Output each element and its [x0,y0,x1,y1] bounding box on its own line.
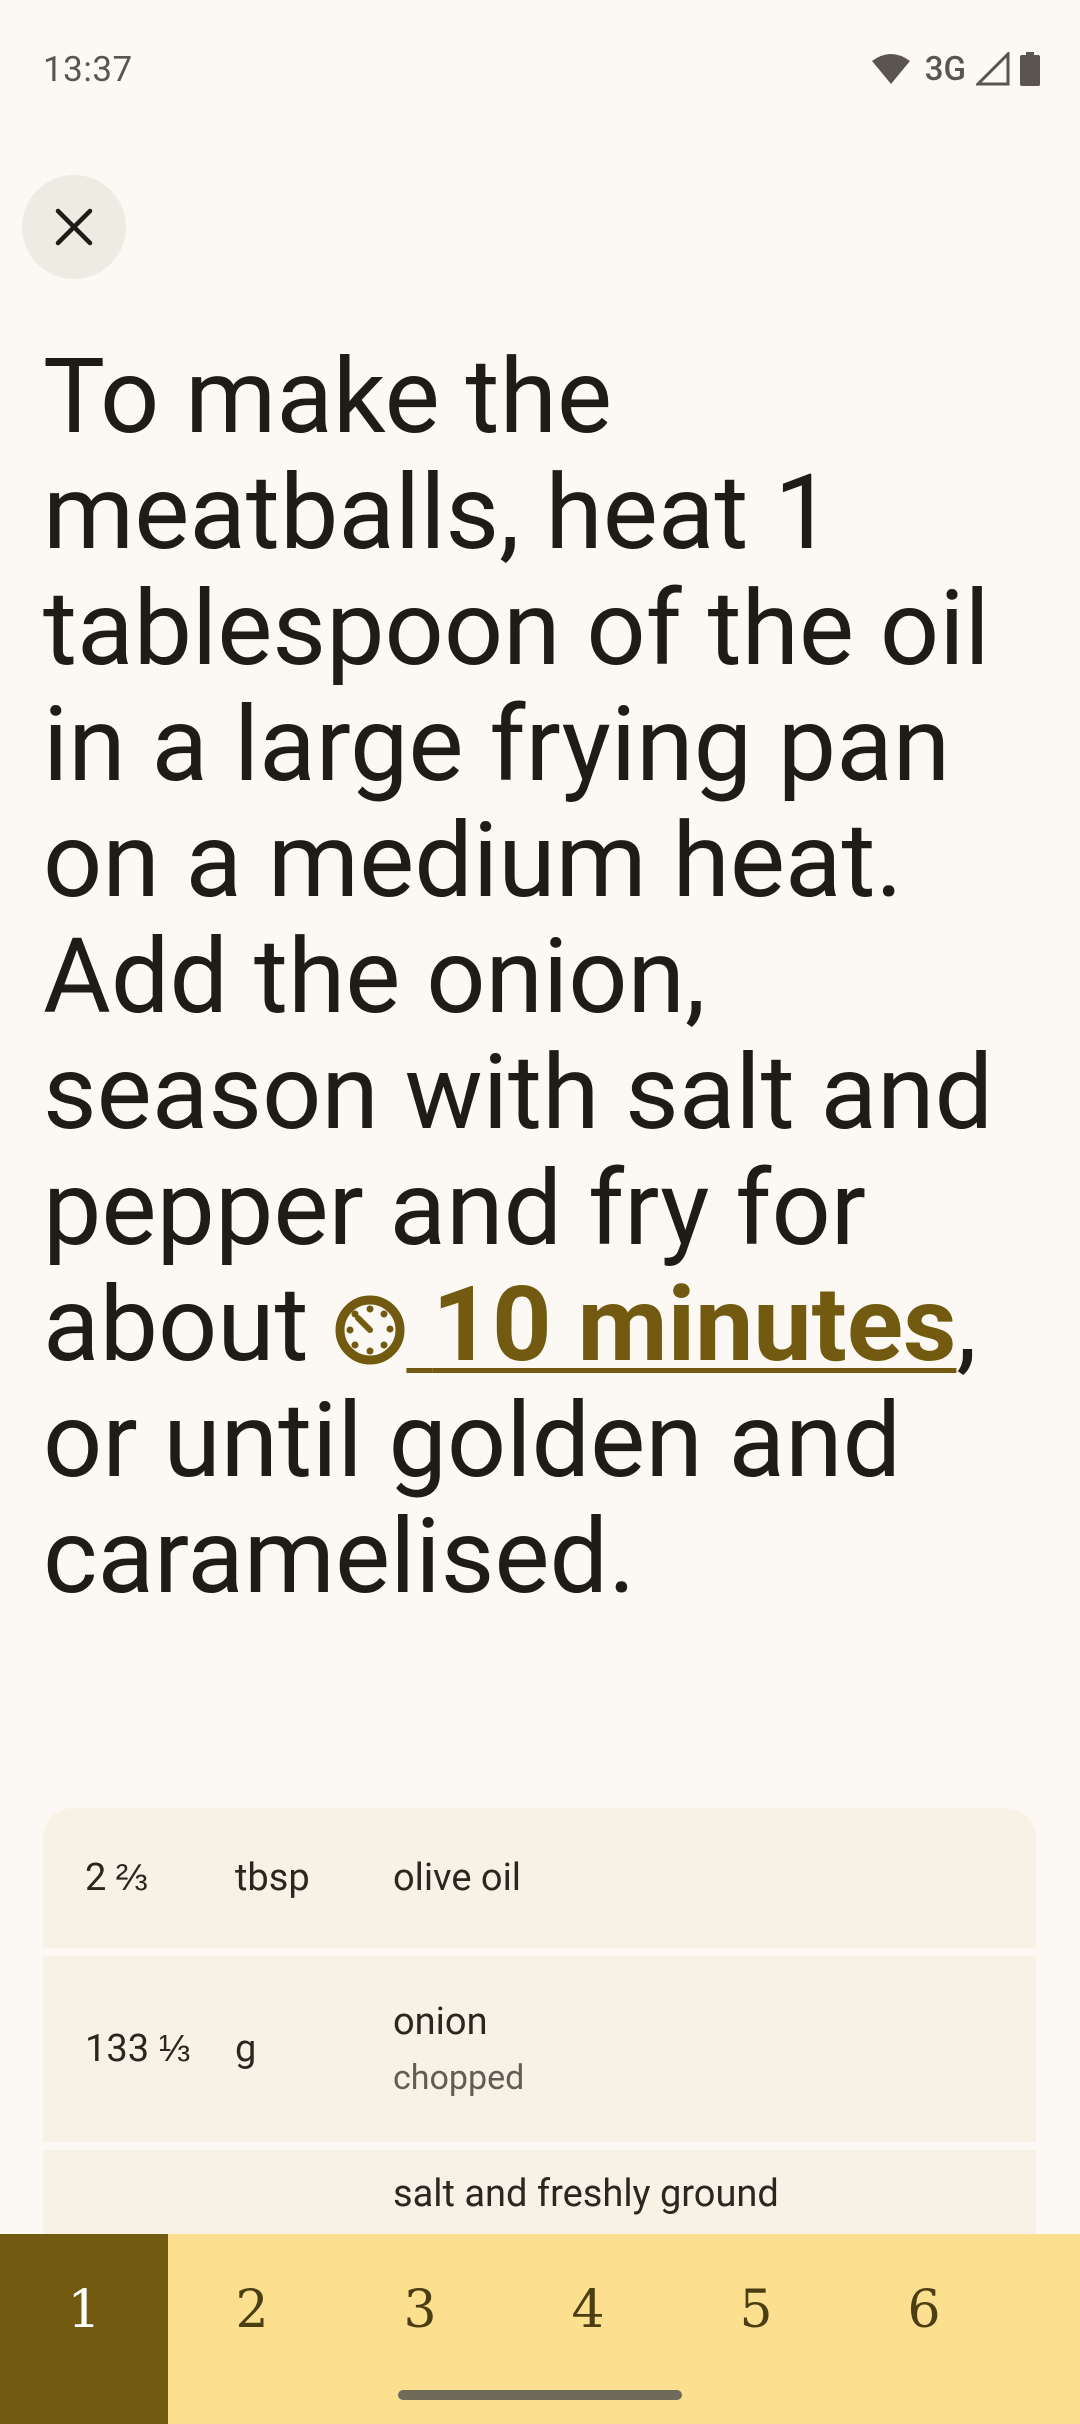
ingredient-row: 2 ⅔ tbsp olive oil [43,1808,1036,1948]
close-icon [55,208,93,246]
instruction-text-start: To make the meatballs, heat 1 tablespoon… [43,337,994,1386]
ingredient-name: olive oil [393,1856,522,1900]
battery-icon [1020,52,1040,86]
timer-link[interactable]: 10 minutes [334,1265,956,1386]
ingredient-unit: tbsp [235,1856,310,1900]
ingredient-quantity: 133 ⅓ [85,2027,191,2071]
ingredient-row: 133 ⅓ g onion chopped [43,1956,1036,2142]
ingredient-note: chopped [393,2058,525,2098]
timer-duration: 10 minutes [432,1265,957,1386]
step-tab-5[interactable]: 5 [672,2234,840,2424]
ingredient-list: 2 ⅔ tbsp olive oil 133 ⅓ g onion chopped… [43,1808,1036,2298]
status-bar: 13:37 3G [0,0,1080,140]
wifi-icon [871,54,910,84]
step-tab-2[interactable]: 2 [168,2234,336,2424]
ingredient-name-block: onion chopped [393,2000,1036,2098]
ingredient-name: onion [393,2000,488,2044]
network-type: 3G [924,49,966,89]
home-indicator[interactable] [398,2390,682,2400]
ingredient-unit: g [235,2027,257,2071]
cellular-signal-icon [976,52,1010,86]
status-icons: 3G [871,46,1040,92]
ingredient-quantity: 2 ⅔ [85,1856,148,1900]
close-button[interactable] [22,175,126,279]
step-instruction: To make the meatballs, heat 1 tablespoon… [43,340,1053,1616]
ingredient-name: salt and freshly ground [393,2172,779,2216]
timer-icon [335,1295,405,1365]
status-time: 13:37 [43,49,133,90]
step-tab-6[interactable]: 6 [840,2234,1008,2424]
step-tab-1[interactable]: 1 [0,2234,168,2424]
